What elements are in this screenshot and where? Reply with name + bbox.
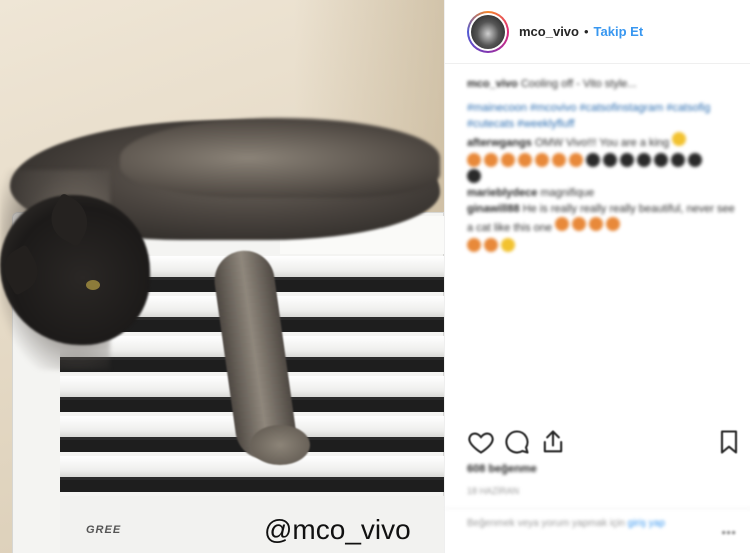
comment-item: #mainecoon #mcovivo #catsofinstagram #ca… xyxy=(467,100,737,132)
emoji-row xyxy=(467,153,737,167)
cat-eye xyxy=(86,280,100,290)
comment-username[interactable]: afterwgangs xyxy=(467,137,532,149)
cat-back-fur xyxy=(120,118,440,198)
instagram-post-view: GREE @mco_vivo mco_vivo • Takip Et mco_v… xyxy=(0,0,750,553)
comment-username[interactable]: mco_vivo xyxy=(467,78,518,90)
header-separator: • xyxy=(583,24,589,39)
emoji-row xyxy=(467,238,737,252)
add-comment-section: Beğenmek veya yorum yapmak için giriş ya… xyxy=(445,508,750,553)
comment-username[interactable]: ginawill88 xyxy=(467,203,520,215)
comment-item: afterwgangs OMW Vivo!!! You are a king xyxy=(467,132,737,183)
emoji-icon xyxy=(484,153,498,167)
post-side-panel: mco_vivo • Takip Et mco_vivo Cooling off… xyxy=(444,0,750,553)
comment-text: OMW Vivo!!! You are a king xyxy=(534,137,670,149)
comment-item: ginawill88 He is really really really be… xyxy=(467,201,737,252)
share-icon[interactable] xyxy=(539,428,567,456)
bookmark-icon[interactable] xyxy=(715,428,743,456)
login-prompt-text: Beğenmek veya yorum yapmak için xyxy=(467,518,625,529)
post-actions xyxy=(467,428,743,458)
comments-list: mco_vivo Cooling off - Vito style... #ma… xyxy=(467,76,737,254)
post-timestamp: 18 HAZİRAN xyxy=(467,486,520,496)
emoji-icon xyxy=(467,238,481,252)
emoji-icon xyxy=(518,153,532,167)
login-link[interactable]: giriş yap xyxy=(628,518,665,529)
username-link[interactable]: mco_vivo xyxy=(519,24,579,39)
emoji-icon xyxy=(589,217,604,231)
emoji-icon xyxy=(606,217,621,231)
emoji-icon xyxy=(569,153,583,167)
emoji-icon xyxy=(467,153,481,167)
emoji-icon xyxy=(654,153,668,167)
more-options-icon[interactable]: ••• xyxy=(721,524,736,540)
comment-item: marieblydece magnifique xyxy=(467,185,737,201)
emoji-icon xyxy=(586,153,600,167)
follow-button[interactable]: Takip Et xyxy=(594,24,644,39)
emoji-icon xyxy=(572,217,587,231)
post-header: mco_vivo • Takip Et xyxy=(445,0,750,64)
photo-watermark: @mco_vivo xyxy=(264,514,411,545)
comment-icon[interactable] xyxy=(503,428,531,456)
emoji-icon xyxy=(555,217,570,231)
emoji-icon xyxy=(484,238,498,252)
comment-text: magnifique xyxy=(540,187,595,199)
emoji-icon xyxy=(501,153,515,167)
avatar-image xyxy=(471,14,505,49)
emoji-icon xyxy=(552,153,566,167)
emoji-row xyxy=(467,169,737,183)
vent-slat xyxy=(60,456,444,480)
hashtag-text[interactable]: #mainecoon #mcovivo #catsofinstagram #ca… xyxy=(467,102,710,130)
avatar[interactable] xyxy=(467,10,509,53)
heart-icon[interactable] xyxy=(467,428,495,456)
emoji-icon xyxy=(501,238,515,252)
emoji-icon xyxy=(467,169,481,183)
emoji-icon xyxy=(603,153,617,167)
likes-count[interactable]: 608 beğenme xyxy=(467,463,537,475)
emoji-icon xyxy=(620,153,634,167)
emoji-icon xyxy=(688,153,702,167)
emoji-icon xyxy=(637,153,651,167)
brand-logo: GREE xyxy=(86,524,122,536)
post-photo[interactable]: GREE @mco_vivo xyxy=(0,0,444,553)
comment-text: Cooling off - Vito style... xyxy=(520,78,637,90)
vent-gap xyxy=(60,480,444,492)
avatar-ring xyxy=(469,12,507,51)
emoji-icon xyxy=(672,132,687,146)
comment-item: mco_vivo Cooling off - Vito style... xyxy=(467,76,737,92)
emoji-icon xyxy=(671,153,685,167)
comment-username[interactable]: marieblydece xyxy=(467,187,537,199)
emoji-icon xyxy=(535,153,549,167)
cat-paw xyxy=(250,425,310,465)
